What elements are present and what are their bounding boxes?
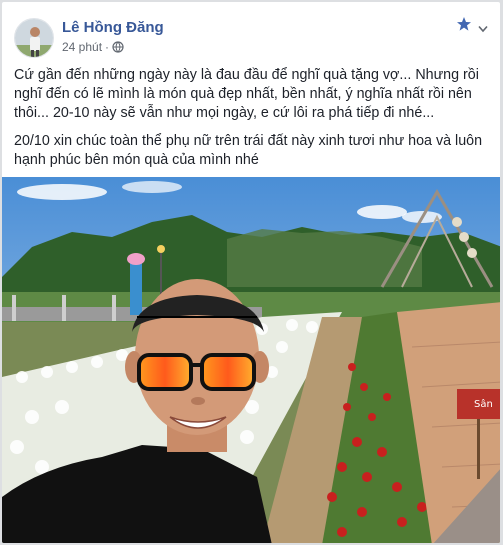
post-paragraph-2: 20/10 xin chúc toàn thể phụ nữ trên trái… xyxy=(14,133,483,168)
globe-icon xyxy=(112,41,124,53)
avatar[interactable] xyxy=(14,18,54,58)
chevron-down-icon[interactable] xyxy=(478,20,488,33)
author-name[interactable]: Lê Hồng Đăng xyxy=(62,19,164,36)
sign-text: Sân xyxy=(474,398,493,410)
post-card: Lê Hồng Đăng 24 phút · Cứ gần đến những … xyxy=(1,1,501,544)
post-paragraph-1: Cứ gần đến những ngày này là đau đầu để … xyxy=(14,67,479,121)
post-photo[interactable]: Sân xyxy=(2,177,501,544)
post-text: Cứ gần đến những ngày này là đau đầu để … xyxy=(14,66,486,179)
post-header: Lê Hồng Đăng 24 phút · xyxy=(14,14,488,58)
star-icon[interactable] xyxy=(456,16,472,32)
post-meta: 24 phút · xyxy=(62,40,124,54)
post-timestamp[interactable]: 24 phút xyxy=(62,40,102,54)
